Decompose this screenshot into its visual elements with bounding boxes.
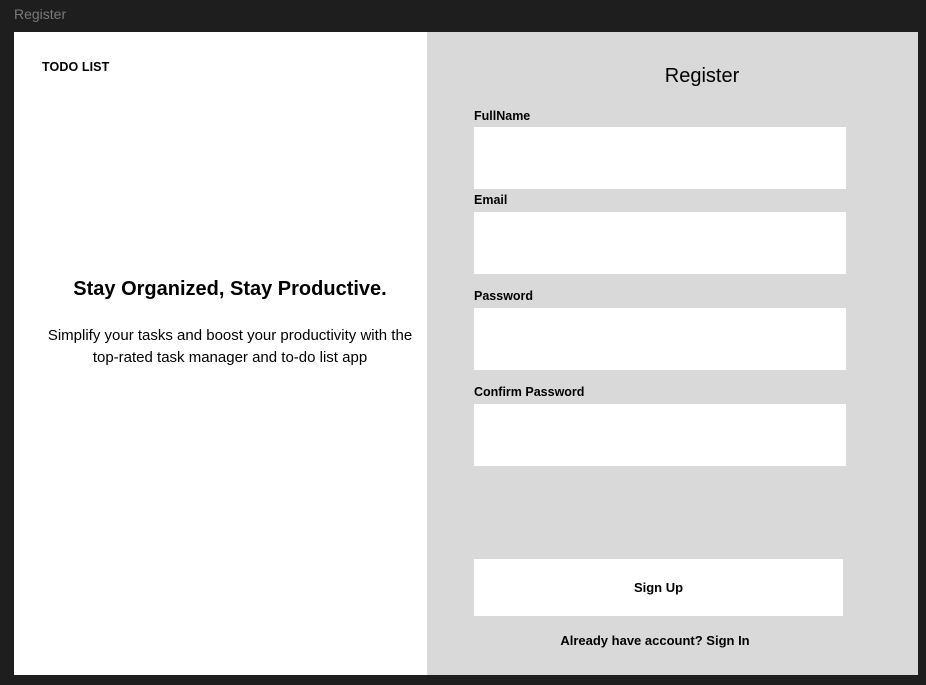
form-title: Register — [664, 65, 740, 87]
hero-headline: Stay Organized, Stay Productive. — [73, 278, 387, 300]
signin-prompt-row: Already have account? Sign In — [474, 633, 836, 648]
fullname-input[interactable] — [474, 127, 846, 189]
frame-label: Register — [14, 6, 67, 22]
register-frame: TODO LIST Stay Organized, Stay Productiv… — [14, 32, 918, 675]
fullname-label: FullName — [474, 109, 531, 123]
register-form-panel: Register FullName Email Password Confirm… — [427, 32, 918, 675]
hero-subline: Simplify your tasks and boost your produ… — [47, 327, 413, 366]
brand-logo-text: TODO LIST — [42, 60, 110, 74]
confirm-password-input[interactable] — [474, 404, 846, 466]
password-label: Password — [474, 289, 534, 303]
sign-up-button[interactable]: Sign Up — [474, 559, 843, 616]
password-input[interactable] — [474, 308, 846, 370]
sign-in-link[interactable]: Sign In — [706, 633, 749, 648]
email-input[interactable] — [474, 212, 846, 274]
confirm-password-label: Confirm Password — [474, 385, 585, 399]
intro-panel: TODO LIST Stay Organized, Stay Productiv… — [14, 32, 427, 675]
signin-prompt-text: Already have account? — [560, 633, 703, 648]
email-label: Email — [474, 193, 508, 207]
